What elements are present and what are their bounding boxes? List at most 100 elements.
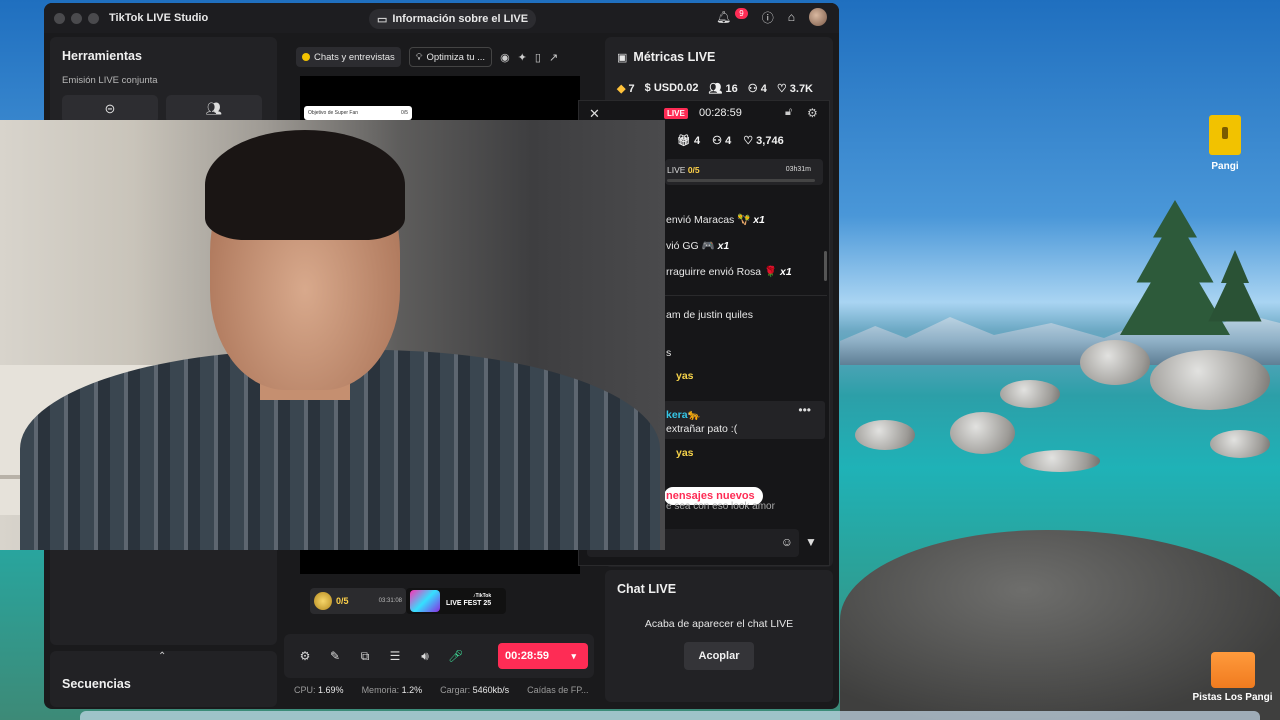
sequences-title: Secuencias [62,677,131,691]
home-icon[interactable]: ⌂ [788,10,795,24]
record-icon[interactable]: ◉ [500,51,510,64]
likes-value: 3.7K [789,83,814,95]
progress-time: 03h31m [785,166,811,173]
macos-dock[interactable] [80,711,1260,720]
viewers-metric: 👥︎ 16 [708,82,737,95]
wallpaper-rock [1000,380,1060,408]
likes-metric: ♡ 3.7K [777,82,813,95]
memory-stat: Memoria: 1.2% [362,685,423,695]
cpu-value: 1.69% [318,685,344,695]
live-info-button[interactable]: ▭ Información sobre el LIVE [369,9,537,29]
chats-interviews-chip[interactable]: Chats y entrevistas [296,47,401,67]
memory-label: Memoria: [361,685,400,695]
dock-chat-button[interactable]: Acoplar [684,642,754,670]
more-options-icon[interactable]: ••• [798,403,811,417]
volume-icon[interactable]: 🔊︎ [418,649,432,664]
chevron-down-icon[interactable]: ▾ [571,651,576,662]
lock-icon[interactable]: 🔓︎ [785,106,792,119]
guests-tool-button[interactable]: 👥︎ [166,95,262,123]
live-fest-banner[interactable]: ♪TikTok LIVE FEST 25 [406,588,506,614]
upload-value: 5460kb/s [472,685,510,695]
chip-label: Optimiza tu ... [426,51,486,63]
link-tool-button[interactable]: ⊝ [62,95,158,123]
frame-drops-stat: Caídas de FP... [527,685,589,695]
chart-icon: ▣ [617,51,628,64]
cpu-stat: CPU: 1.69% [294,685,344,695]
metrics-header: ▣ Métricas LIVE [617,50,715,64]
live-timer: 00:28:59 [505,650,550,662]
end-live-button[interactable]: 00:28:59 ▾ [498,643,588,669]
phone-icon[interactable]: ▯ [535,51,541,64]
heart-icon: ♡ [743,135,754,147]
live-chat-panel: Chat LIVE Acaba de aparecer el chat LIVE… [605,570,833,702]
optimize-chip[interactable]: 💡︎ Optimiza tu ... [408,47,493,67]
expand-icon[interactable]: ⌃ [158,651,166,662]
gift-multiplier: x1 [780,266,792,278]
sequences-panel: ⌃ Secuencias [50,651,277,707]
chat-message: yas [676,447,694,459]
desktop-icon-label: Pangi [1211,161,1239,172]
chat-message: yas [676,370,694,382]
minimize-window-button[interactable] [71,12,82,24]
metrics-title: Métricas LIVE [633,50,716,64]
avatar[interactable] [809,8,827,26]
lightbulb-icon: 💡︎ [415,51,423,63]
viewers-value: 16 [725,83,738,95]
maximize-window-button[interactable] [88,12,99,24]
desktop-icon-label: Pistas Los Pangi [1192,692,1273,703]
close-window-button[interactable] [54,12,65,24]
chat-message: e sea con eso look amor [666,501,775,512]
scrollbar[interactable] [824,251,827,281]
app-title: TikTok LIVE Studio [109,12,209,24]
goal-medal-widget[interactable]: 0/5 03:31:08 [310,588,406,614]
help-icon[interactable]: ⓘ [762,9,774,26]
fest-logo [410,590,440,612]
dollar-icon: $ [644,82,651,94]
settings-icon[interactable]: ⚙ [298,649,312,663]
webcam-person-hair [205,130,405,240]
progress-value: 0/5 [687,165,700,175]
metrics-summary: ◆ 7 $ USD0.02 👥︎ 16 ⚇ 4 ♡ 3.7K [617,82,813,95]
chat-message: am de justin quiles [666,309,753,321]
sparkle-icon[interactable]: ✦ [518,51,527,64]
desktop-icon-pistas[interactable]: Pistas Los Pangi [1190,652,1275,703]
wallpaper-rock [855,420,915,450]
upload-stat: Cargar: 5460kb/s [440,685,509,695]
wallpaper-rock [1020,450,1100,472]
emoji-icon[interactable]: ☺ [781,535,793,549]
stream-control-bar: ⚙ ✎ ⧉ ☰ 🔊︎ 🎤︎ 00:28:59 ▾ [284,634,594,678]
upload-label: Cargar: [440,685,471,695]
followers-metric: ⚇ 4 [748,82,767,95]
gift-event: vió GG 🎮 x1 [666,239,729,252]
desktop-icon-pangi[interactable]: Pangi [1200,115,1250,172]
tools-title: Herramientas [62,49,142,63]
add-user-icon: ⚇ [747,83,758,95]
live-info-label: Información sobre el LIVE [392,13,529,25]
users-icon: 👥︎ [205,101,223,116]
settings-icon[interactable]: ⚙ [807,106,818,120]
folder-icon [1210,652,1255,688]
chat-panel-title: Chat LIVE [617,582,677,596]
center-toolbar: Chats y entrevistas 💡︎ Optimiza tu ... ◉… [284,43,594,71]
zip-folder-icon [1209,115,1241,155]
scene-icon[interactable]: ⧉ [358,649,372,664]
share-icon[interactable]: ↗ [549,51,558,64]
microphone-icon[interactable]: 🎤︎ [448,649,463,663]
gift-stat-value: 4 [694,135,701,147]
superfan-count: 0/5 [401,110,408,116]
magic-wand-icon[interactable]: ✎ [328,649,342,663]
users-icon: 👥︎ [708,83,723,95]
gift-multiplier: x1 [717,240,730,252]
chat-dot-icon [302,53,310,61]
co-host-section-label: Emisión LIVE conjunta [62,75,158,86]
likes-stat: ♡ 3,746 [743,134,783,147]
followers-stat-value: 4 [725,135,732,147]
medal-progress: 0/5 [336,596,349,606]
medal-time: 03:31:08 [378,598,402,604]
overlay-stats: 🎁︎ 4 ⚇ 4 ♡ 3,746 [677,134,784,147]
filter-icon[interactable]: ▼ [805,535,817,549]
sliders-icon[interactable]: ☰ [388,649,402,663]
superfan-label: Objetivo de Super Fan [308,110,359,116]
bell-icon[interactable]: 🔔︎ [716,10,731,24]
link-icon: ⊝ [104,101,116,116]
